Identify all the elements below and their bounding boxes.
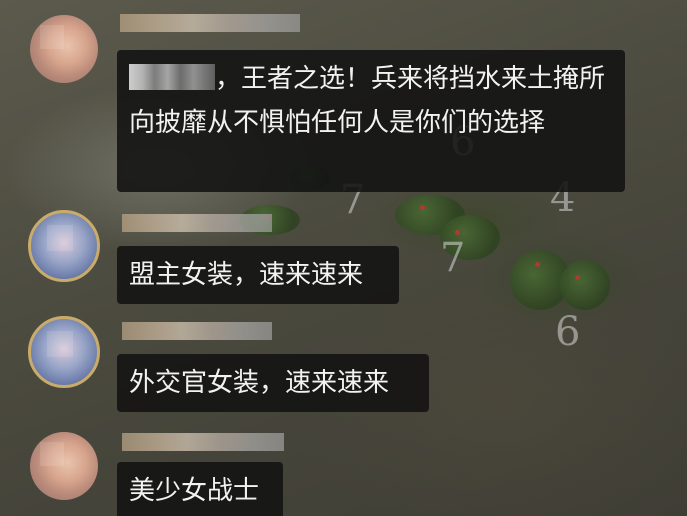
message-text: 外交官女装，速来速来 <box>129 368 390 398</box>
sender-name-blurred[interactable] <box>122 214 272 232</box>
message-bubble[interactable]: 盟主女装，速来速来 <box>117 246 399 304</box>
avatar-blur <box>40 442 64 466</box>
avatar-blur <box>47 331 73 357</box>
user-avatar-icon[interactable] <box>30 15 98 83</box>
mention-blurred[interactable] <box>129 64 215 90</box>
sender-name-blurred[interactable] <box>122 322 272 340</box>
message-bubble[interactable]: ，王者之选！兵来将挡水来土掩所向披靡从不惧怕任何人是你们的选择 <box>117 50 625 192</box>
chat-message-list[interactable]: ，王者之选！兵来将挡水来土掩所向披靡从不惧怕任何人是你们的选择 盟主女装，速来速… <box>0 0 687 516</box>
avatar-blur <box>47 225 73 251</box>
user-avatar-icon[interactable] <box>28 210 100 282</box>
user-avatar-icon[interactable] <box>30 432 98 500</box>
message-bubble[interactable]: 美少女战士 <box>117 462 283 516</box>
message-bubble[interactable]: 外交官女装，速来速来 <box>117 354 429 412</box>
user-avatar-icon[interactable] <box>28 316 100 388</box>
sender-name-blurred[interactable] <box>120 14 300 32</box>
message-text: 美少女战士 <box>129 476 260 506</box>
message-text: 盟主女装，速来速来 <box>129 260 364 290</box>
sender-name-blurred[interactable] <box>122 433 284 451</box>
avatar-blur <box>40 25 64 49</box>
